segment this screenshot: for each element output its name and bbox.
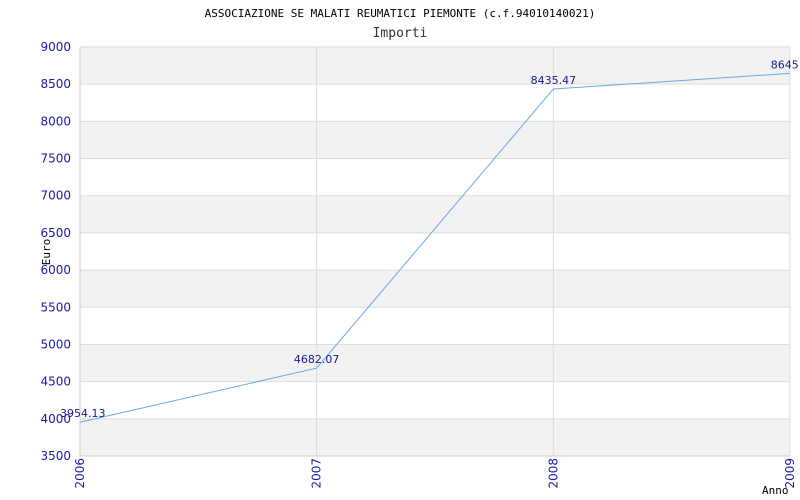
y-tick-label: 7500 (40, 152, 71, 166)
y-tick-label: 6500 (40, 226, 71, 240)
grid-band (80, 418, 790, 456)
y-tick-label: 9000 (40, 40, 71, 54)
y-tick-label: 5500 (40, 300, 71, 314)
x-tick-label: 2008 (546, 458, 560, 489)
axes (79, 47, 790, 457)
x-tick-label: 2007 (310, 458, 324, 489)
x-tick-labels: 2006 2007 2008 2009 (73, 458, 797, 489)
line-chart: ASSOCIAZIONE SE MALATI REUMATICI PIEMONT… (40, 7, 800, 497)
y-tick-label: 8500 (40, 77, 71, 91)
x-tick-label: 2006 (73, 458, 87, 489)
data-label: 3954.13 (60, 407, 106, 420)
y-tick-label: 7000 (40, 189, 71, 203)
data-label: 8645.1 (771, 58, 800, 71)
y-tick-label: 5000 (40, 337, 71, 351)
grid-band (80, 195, 790, 233)
y-tick-label: 3500 (40, 449, 71, 463)
y-tick-label: 8000 (40, 114, 71, 128)
y-tick-label: 4500 (40, 375, 71, 389)
grid-lines (79, 46, 791, 457)
y-axis-label: Euro (40, 239, 53, 266)
grid-band (80, 121, 790, 159)
data-label: 4682.07 (294, 353, 340, 366)
grid-band (80, 47, 790, 85)
grid-band (80, 270, 790, 308)
chart-title: ASSOCIAZIONE SE MALATI REUMATICI PIEMONT… (205, 7, 596, 20)
x-axis-label: Anno (762, 484, 789, 497)
chart-subtitle: Importi (373, 26, 428, 41)
grid-bands (80, 47, 790, 456)
data-label: 8435.47 (531, 74, 577, 87)
grid-band (80, 344, 790, 382)
